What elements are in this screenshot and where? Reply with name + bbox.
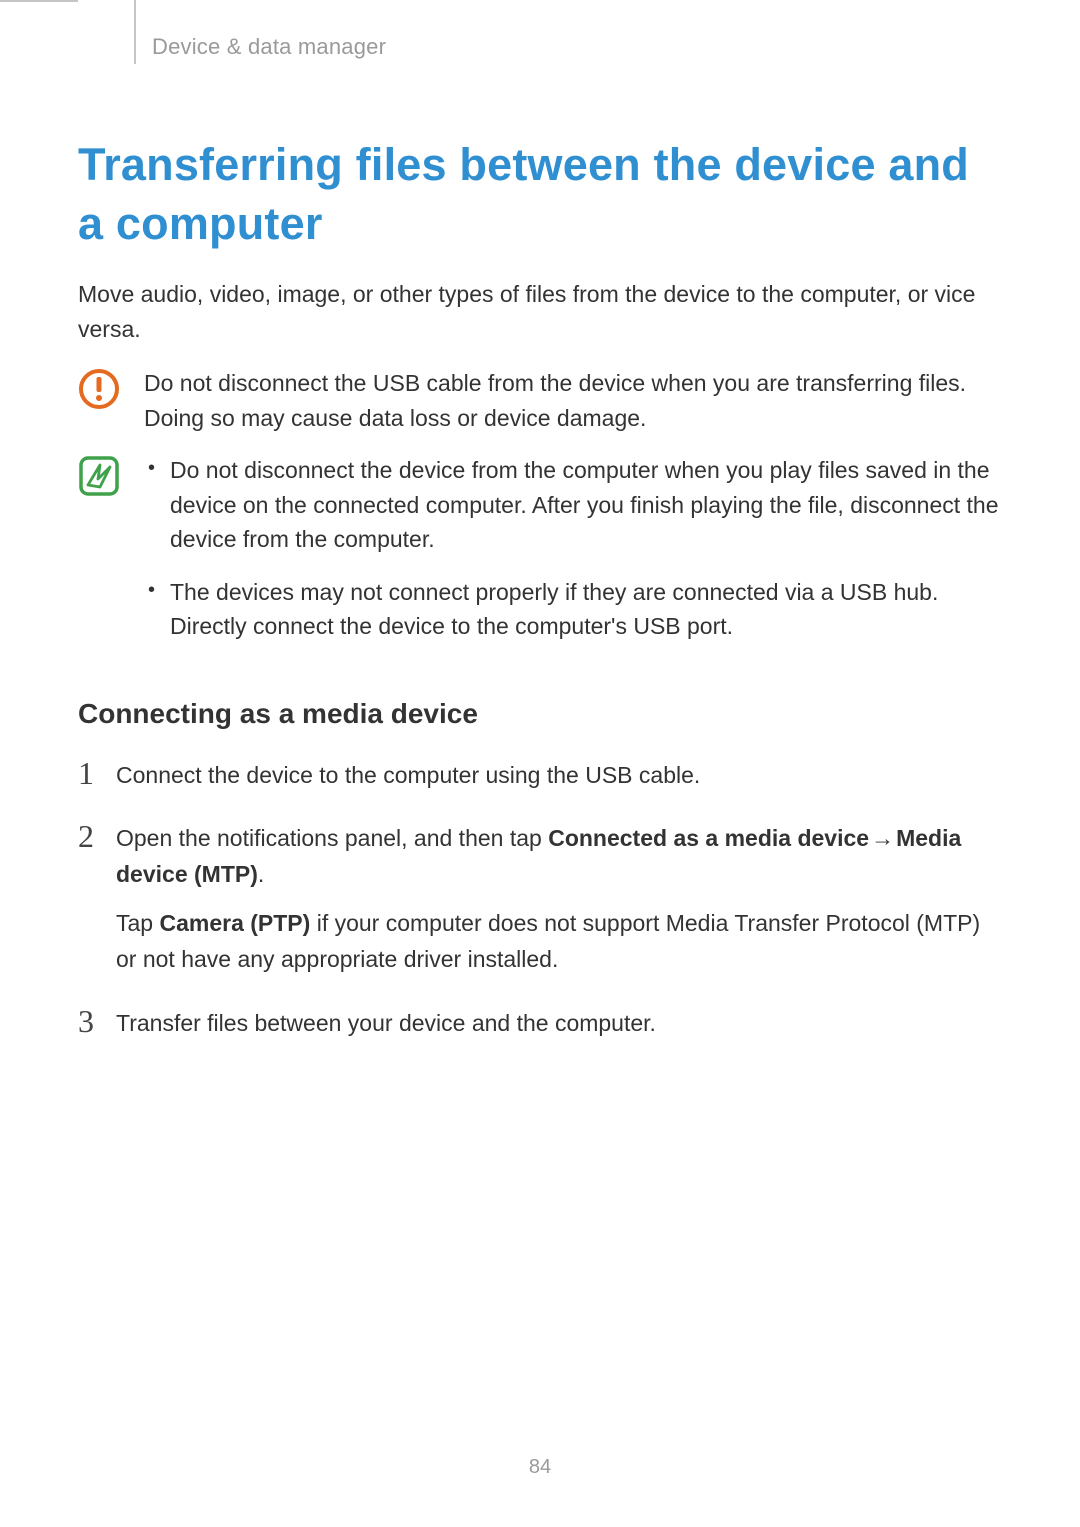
intro-paragraph: Move audio, video, image, or other types… [78, 277, 1002, 346]
note-icon [78, 455, 124, 497]
step-item: 3 Transfer files between your device and… [78, 1004, 1002, 1042]
note-bullet-item: The devices may not connect properly if … [144, 575, 1002, 644]
section-heading: Connecting as a media device [78, 698, 1002, 730]
note-bullet-item: Do not disconnect the device from the co… [144, 453, 1002, 557]
header-rule-horizontal [0, 0, 78, 2]
step-number: 3 [78, 1004, 116, 1039]
warning-text: Do not disconnect the USB cable from the… [144, 366, 1002, 435]
breadcrumb: Device & data manager [152, 34, 386, 60]
step-number: 1 [78, 756, 116, 791]
step-text: Connect the device to the computer using… [116, 756, 1002, 794]
step-text: Open the notifications panel, and then t… [116, 819, 1002, 978]
step-number: 2 [78, 819, 116, 854]
warning-icon [78, 368, 124, 410]
note-bullet-list: Do not disconnect the device from the co… [144, 453, 1002, 644]
header-rule-vertical [134, 0, 136, 64]
step-text: Transfer files between your device and t… [116, 1004, 1002, 1042]
step-item: 2 Open the notifications panel, and then… [78, 819, 1002, 978]
page-title: Transferring files between the device an… [78, 136, 1002, 253]
arrow-icon: → [869, 821, 896, 857]
page-number: 84 [0, 1456, 1080, 1479]
step-item: 1 Connect the device to the computer usi… [78, 756, 1002, 794]
